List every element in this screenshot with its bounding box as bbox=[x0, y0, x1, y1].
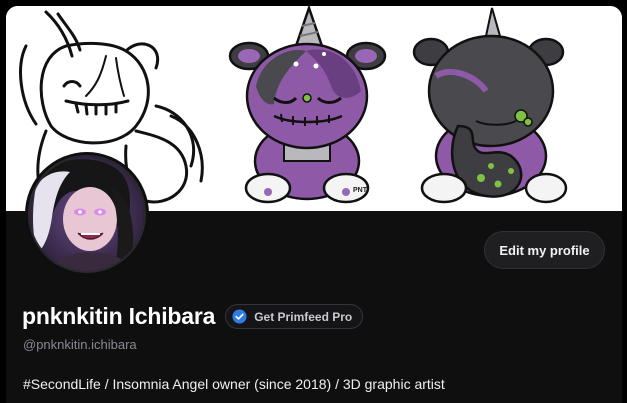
get-pro-button[interactable]: Get Primfeed Pro bbox=[225, 304, 364, 329]
profile-name-row: pnknkitin Ichibara Get Primfeed Pro bbox=[22, 303, 364, 330]
avatar-portrait bbox=[30, 157, 144, 271]
profile-card: PNT Edit my profile pnknkitin Ichibara G… bbox=[6, 6, 622, 403]
display-name: pnknkitin Ichibara bbox=[22, 303, 216, 329]
avatar[interactable] bbox=[25, 152, 149, 276]
user-handle: @pnknkitin.ichibara bbox=[23, 337, 137, 352]
avatar-image bbox=[28, 155, 146, 273]
check-circle-icon bbox=[232, 309, 247, 324]
profile-bio: #SecondLife / Insomnia Angel owner (sinc… bbox=[23, 376, 445, 392]
edit-profile-button[interactable]: Edit my profile bbox=[484, 231, 605, 269]
get-pro-label: Get Primfeed Pro bbox=[254, 309, 353, 324]
artwork-watermark: PNT bbox=[353, 187, 368, 194]
page-frame: PNT Edit my profile pnknkitin Ichibara G… bbox=[0, 0, 627, 403]
